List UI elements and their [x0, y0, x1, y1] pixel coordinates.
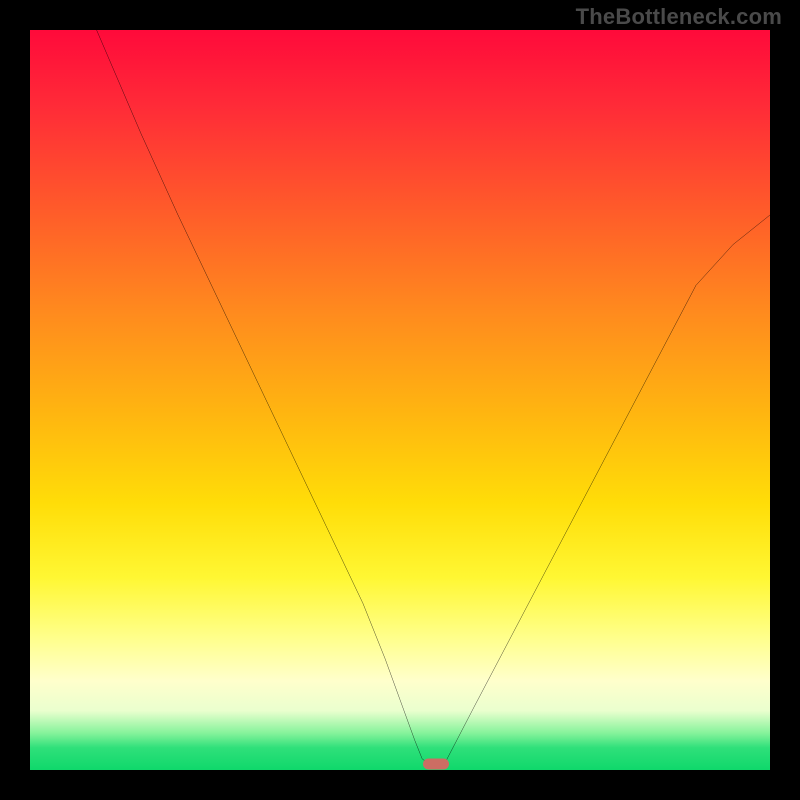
minimum-marker [423, 759, 449, 770]
watermark-text: TheBottleneck.com [576, 4, 782, 30]
curve-path [97, 30, 770, 764]
plot-area [30, 30, 770, 770]
chart-frame: TheBottleneck.com [0, 0, 800, 800]
curve-svg [30, 30, 770, 770]
